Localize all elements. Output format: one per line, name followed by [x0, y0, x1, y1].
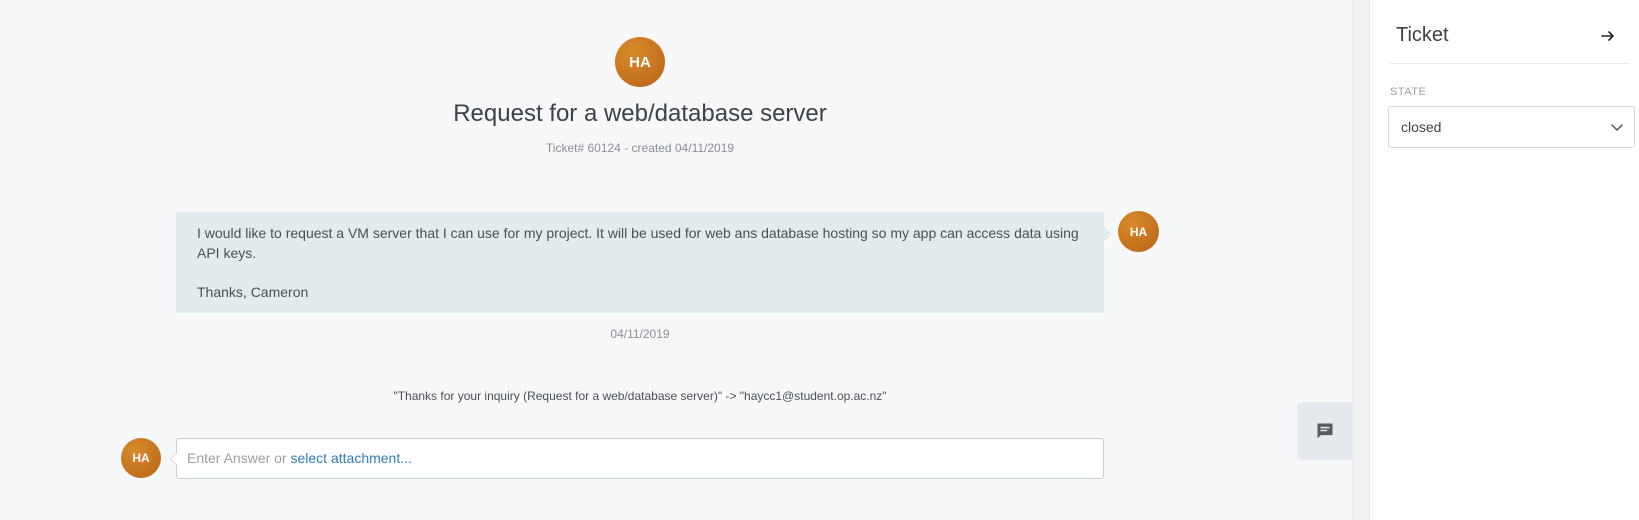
reply-placeholder: Enter Answer or [187, 450, 287, 466]
content-scrollbar[interactable] [1352, 0, 1369, 520]
article-author-avatar[interactable]: HA [1118, 211, 1159, 252]
arrow-right-icon [1601, 31, 1614, 41]
ticket-sidebar: Ticket STATE closed [1369, 0, 1639, 520]
reply-input[interactable]: Enter Answer or select attachment... [170, 438, 1104, 479]
select-attachment-link[interactable]: select attachment... [291, 450, 412, 466]
chat-message-button[interactable] [1297, 402, 1352, 460]
state-value: closed [1401, 119, 1442, 135]
article-timestamp: 04/11/2019 [610, 327, 670, 341]
chat-message-icon [1317, 423, 1332, 439]
state-label: STATE [1390, 86, 1427, 98]
customer-avatar[interactable]: HA [615, 37, 665, 87]
article-body-text: I would like to request a VM server that… [197, 225, 1079, 261]
sidebar-title: Ticket [1396, 24, 1449, 46]
reply-avatar: HA [121, 438, 161, 478]
sidebar-collapse-button[interactable] [1597, 25, 1619, 47]
state-select[interactable]: closed [1388, 106, 1635, 148]
ticket-title[interactable]: Request for a web/database server [0, 100, 1280, 128]
article-signature: Thanks, Cameron [197, 284, 309, 300]
chevron-down-icon [1611, 124, 1623, 131]
notification-entry: "Thanks for your inquiry (Request for a … [393, 389, 887, 403]
ticket-meta: Ticket# 60124 - created 04/11/2019 [545, 141, 735, 155]
sidebar-divider [1390, 63, 1630, 64]
ticket-zoom-content: HA Request for a web/database server Tic… [0, 0, 1352, 520]
article-bubble: I would like to request a VM server that… [176, 212, 1112, 313]
